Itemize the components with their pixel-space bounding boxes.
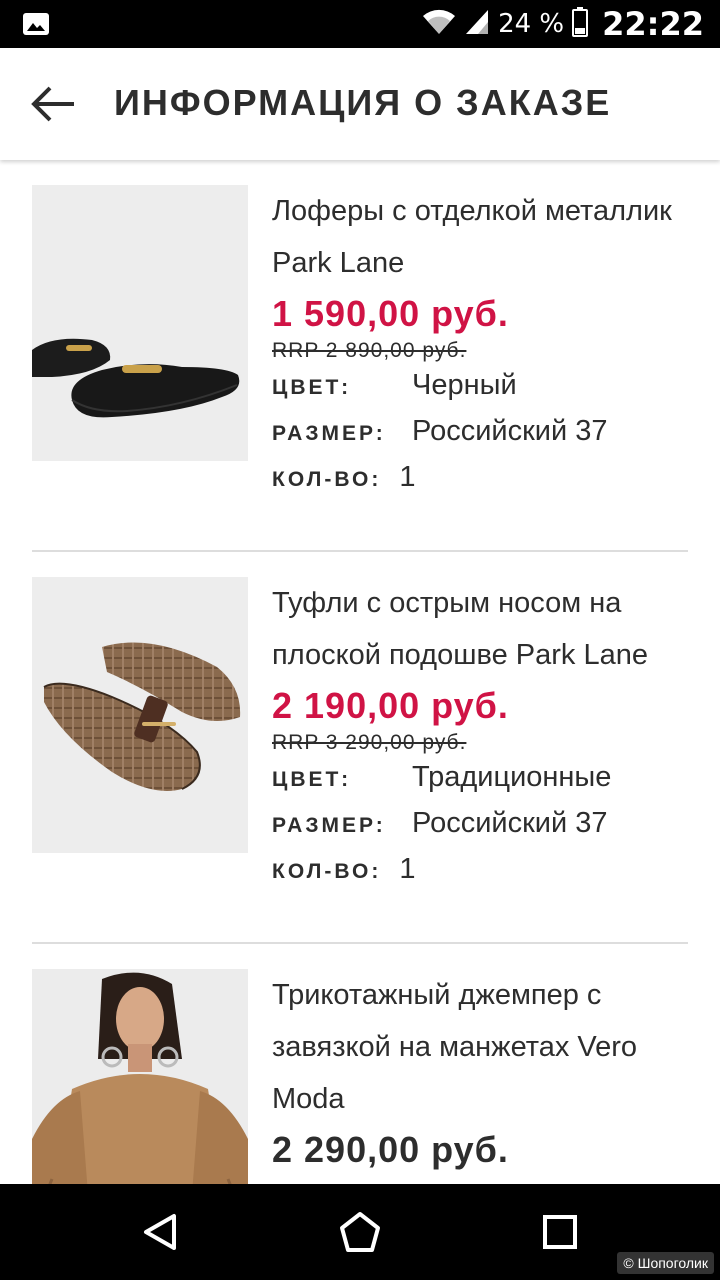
recents-icon[interactable] bbox=[536, 1208, 584, 1256]
product-price: 2 190,00 руб. bbox=[272, 685, 509, 726]
quantity-row: КОЛ-ВО: 1 bbox=[272, 853, 692, 899]
product-price: 1 590,00 руб. bbox=[272, 293, 509, 334]
color-value: Традиционные bbox=[412, 761, 612, 793]
battery-icon bbox=[572, 6, 589, 42]
product-image-loafers[interactable] bbox=[32, 185, 248, 461]
quantity-label: КОЛ-ВО: bbox=[272, 860, 382, 883]
image-icon bbox=[22, 12, 50, 36]
quantity-value: 1 bbox=[399, 853, 416, 885]
product-price: 2 290,00 руб. bbox=[272, 1129, 509, 1170]
color-label: ЦВЕТ: bbox=[272, 376, 352, 399]
quantity-row: КОЛ-ВО: 1 bbox=[272, 461, 692, 507]
quantity-label: КОЛ-ВО: bbox=[272, 468, 382, 491]
color-value: Черный bbox=[412, 369, 517, 401]
quantity-value: 1 bbox=[399, 461, 416, 493]
order-item[interactable]: Трикотажный джемпер с завязкой на манжет… bbox=[32, 944, 688, 1184]
order-item[interactable]: Туфли с острым носом на плоской подошве … bbox=[32, 552, 688, 942]
size-label: РАЗМЕР: bbox=[272, 814, 386, 837]
wifi-icon bbox=[422, 8, 456, 41]
watermark: © Шопоголик bbox=[617, 1252, 714, 1274]
color-row: ЦВЕТ: Черный bbox=[272, 369, 692, 415]
size-label: РАЗМЕР: bbox=[272, 422, 386, 445]
product-title[interactable]: Трикотажный джемпер с завязкой на манжет… bbox=[272, 969, 692, 1125]
app-header: ИНФОРМАЦИЯ О ЗАКАЗЕ bbox=[0, 48, 720, 160]
order-item[interactable]: Лоферы с отделкой металлик Park Lane 1 5… bbox=[32, 160, 688, 550]
size-row: РАЗМЕР: Российский 37 bbox=[272, 807, 692, 853]
battery-percent: 24 % bbox=[498, 9, 565, 39]
size-row: РАЗМЕР: Российский 37 bbox=[272, 415, 692, 461]
clock: 22:22 bbox=[602, 5, 704, 43]
product-image-jumper[interactable] bbox=[32, 969, 248, 1184]
product-title[interactable]: Лоферы с отделкой металлик Park Lane bbox=[272, 185, 692, 289]
home-icon[interactable] bbox=[336, 1208, 384, 1256]
size-value: Российский 37 bbox=[412, 415, 608, 447]
product-title[interactable]: Туфли с острым носом на плоской подошве … bbox=[272, 577, 692, 681]
product-image-check-flats[interactable] bbox=[32, 577, 248, 853]
back-arrow-icon[interactable] bbox=[28, 82, 80, 126]
back-triangle-icon[interactable] bbox=[136, 1208, 184, 1256]
size-value: Российский 37 bbox=[412, 807, 608, 839]
order-items-list[interactable]: Лоферы с отделкой металлик Park Lane 1 5… bbox=[0, 160, 720, 1184]
signal-icon bbox=[464, 8, 490, 41]
rrp-price: RRP 3 290,00 руб. bbox=[272, 731, 467, 754]
system-nav-bar: © Шопоголик bbox=[0, 1184, 720, 1280]
status-bar: 24 % 22:22 bbox=[0, 0, 720, 48]
color-label: ЦВЕТ: bbox=[272, 768, 352, 791]
page-title: ИНФОРМАЦИЯ О ЗАКАЗЕ bbox=[114, 82, 612, 123]
color-row: ЦВЕТ: Традиционные bbox=[272, 761, 692, 807]
rrp-price: RRP 2 890,00 руб. bbox=[272, 339, 467, 362]
